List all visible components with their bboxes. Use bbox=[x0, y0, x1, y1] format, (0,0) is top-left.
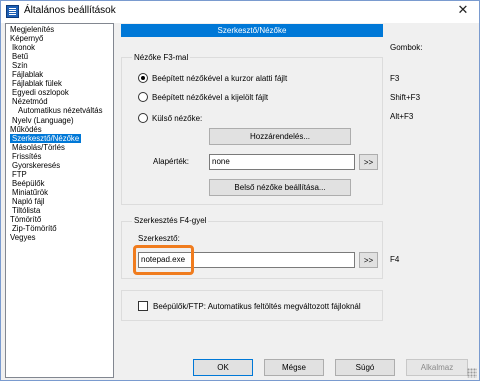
tree-item[interactable]: Miniatűrök bbox=[10, 188, 50, 197]
shortcut-f3: F3 bbox=[390, 74, 400, 83]
editor-browse-button[interactable]: >> bbox=[359, 252, 378, 268]
title-bar: Általános beállítások ✕ bbox=[1, 1, 479, 23]
radio-label: Beépített nézőkével a kijelölt fájlt bbox=[152, 92, 269, 102]
tree-item[interactable]: Képernyő bbox=[8, 34, 45, 43]
default-viewer-input[interactable]: none bbox=[209, 154, 355, 170]
radio-internal-selected[interactable]: Beépített nézőkével a kijelölt fájlt bbox=[138, 92, 268, 102]
viewer-group-title: Nézőke F3-mal bbox=[132, 53, 191, 62]
checkbox-label: Beépülők/FTP: Automatikus feltöltés megv… bbox=[153, 301, 361, 311]
radio-label: Külső nézőke: bbox=[152, 113, 203, 123]
tree-item[interactable]: Nyelv (Language) bbox=[10, 116, 76, 125]
tree-item[interactable]: Működés bbox=[8, 125, 44, 134]
tree-item[interactable]: Tömörítő bbox=[8, 215, 43, 224]
radio-dot bbox=[138, 113, 148, 123]
resize-grip-icon[interactable] bbox=[467, 368, 477, 378]
radio-label: Beépített nézőkével a kurzor alatti fájl… bbox=[152, 73, 288, 83]
radio-dot bbox=[138, 73, 148, 83]
tree-item[interactable]: Zip-Tömörítő bbox=[10, 224, 59, 233]
internal-viewer-settings-button[interactable]: Belső nézőke beállítása... bbox=[209, 179, 351, 196]
editor-label: Szerkesztő: bbox=[138, 234, 180, 243]
buttons-column-label: Gombok: bbox=[390, 43, 423, 52]
shortcut-alt-f3: Alt+F3 bbox=[390, 112, 414, 121]
tree-item[interactable]: Beépülők bbox=[10, 179, 47, 188]
app-icon bbox=[6, 5, 19, 18]
radio-dot bbox=[138, 92, 148, 102]
help-button[interactable]: Súgó bbox=[335, 359, 395, 376]
settings-tree[interactable]: Megjelenítés Képernyő Ikonok Betű Szín Fájlab… bbox=[5, 23, 114, 378]
highlight-frame bbox=[133, 245, 194, 275]
radio-external-viewer[interactable]: Külső nézőke: bbox=[138, 113, 202, 123]
cancel-button[interactable]: Mégse bbox=[264, 359, 324, 376]
tree-item[interactable]: Fájlablak fülek bbox=[10, 79, 64, 88]
tree-item[interactable]: Betű bbox=[10, 52, 30, 61]
tree-item[interactable]: Gyorskeresés bbox=[10, 161, 62, 170]
default-label: Alapérték: bbox=[153, 157, 190, 166]
tree-item[interactable]: Fájlablak bbox=[10, 70, 45, 79]
checkbox-box bbox=[138, 301, 148, 311]
default-viewer-browse-button[interactable]: >> bbox=[359, 154, 378, 170]
tree-item[interactable]: Vegyes bbox=[8, 233, 38, 242]
assign-button[interactable]: Hozzárendelés... bbox=[209, 128, 351, 145]
tree-item[interactable]: FTP bbox=[10, 170, 29, 179]
tree-item[interactable]: Ikonok bbox=[10, 43, 37, 52]
panel-header: Szerkesztő/Nézőke bbox=[121, 24, 383, 37]
tree-item[interactable]: Nézetmód bbox=[10, 97, 50, 106]
settings-window: Általános beállítások ✕ Megjelenítés Képe… bbox=[0, 0, 480, 381]
editor-group-title: Szerkesztés F4-gyel bbox=[132, 216, 209, 225]
tree-item[interactable]: Másolás/Törlés bbox=[10, 143, 67, 152]
tree-item[interactable]: Automatikus nézetváltás bbox=[16, 106, 105, 115]
tree-item[interactable]: Szín bbox=[10, 61, 30, 70]
tree-item[interactable]: Napló fájl bbox=[10, 197, 47, 206]
apply-button[interactable]: Alkalmaz bbox=[406, 359, 468, 376]
tree-item[interactable]: Egyedi oszlopok bbox=[10, 88, 71, 97]
radio-internal-cursor[interactable]: Beépített nézőkével a kurzor alatti fájl… bbox=[138, 73, 287, 83]
shortcut-f4: F4 bbox=[390, 255, 400, 264]
shortcut-shift-f3: Shift+F3 bbox=[390, 93, 421, 102]
tree-item[interactable]: Tiltólista bbox=[10, 206, 42, 215]
tree-item[interactable]: Frissítés bbox=[10, 152, 43, 161]
plugins-autoupload-checkbox[interactable]: Beépülők/FTP: Automatikus feltöltés megv… bbox=[138, 301, 361, 311]
tree-item[interactable]: Megjelenítés bbox=[8, 25, 56, 34]
window-title: Általános beállítások bbox=[24, 5, 116, 16]
tree-item[interactable]: Szerkesztő/Nézőke bbox=[10, 133, 82, 143]
ok-button[interactable]: OK bbox=[193, 359, 253, 376]
close-icon[interactable]: ✕ bbox=[455, 3, 471, 19]
